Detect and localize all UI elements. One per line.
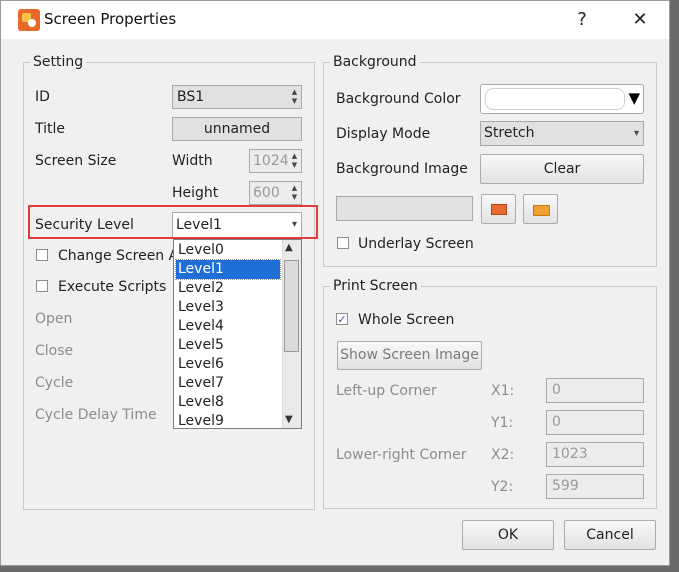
underlay-screen-checkbox[interactable]: [337, 237, 349, 249]
security-level-highlight: [28, 205, 318, 239]
id-spin-icon: ▲ ▼: [291, 88, 298, 105]
dropdown-option[interactable]: Level0: [176, 241, 280, 260]
width-spin-icon: ▲ ▼: [291, 152, 298, 169]
background-image-label: Background Image: [336, 161, 468, 177]
dropdown-option[interactable]: Level8: [176, 393, 280, 412]
y2-label: Y2:: [491, 479, 514, 495]
background-color-swatch: [485, 88, 625, 110]
cycle-delay-time-label: Cycle Delay Time: [35, 407, 157, 423]
setting-group-title: Setting: [30, 54, 87, 70]
id-field[interactable]: BS1 ▲ ▼: [172, 85, 302, 109]
background-color-picker[interactable]: ▼: [480, 84, 644, 114]
x2-field: 1023: [546, 442, 644, 467]
security-level-dropdown-list[interactable]: ▲ ▼ Level0 Level1 Level2 Level3 Level4 Level5…: [173, 239, 302, 429]
dialog-title: Screen Properties: [44, 10, 177, 28]
x1-label: X1:: [491, 383, 515, 399]
dropdown-option[interactable]: Level3: [176, 298, 280, 317]
whole-screen-checkbox[interactable]: ✓: [336, 313, 348, 325]
dropdown-scroll-thumb[interactable]: [284, 260, 299, 352]
background-group-title: Background: [330, 54, 420, 70]
y2-field: 599: [546, 474, 644, 499]
title-field[interactable]: unnamed: [172, 117, 302, 141]
change-screen-label: Change Screen A: [58, 248, 179, 264]
chevron-down-icon: ▾: [633, 128, 639, 139]
id-label: ID: [35, 89, 50, 105]
dropdown-option[interactable]: Level7: [176, 374, 280, 393]
dropdown-option[interactable]: Level6: [176, 355, 280, 374]
screen-size-label: Screen Size: [35, 153, 117, 169]
clear-button[interactable]: Clear: [480, 154, 644, 184]
dropdown-option[interactable]: Level9: [176, 412, 280, 428]
background-color-label: Background Color: [336, 91, 461, 107]
color-dropdown-icon: ▼: [628, 89, 640, 107]
close-button[interactable]: ✕: [627, 7, 653, 33]
cycle-label: Cycle: [35, 375, 74, 391]
height-label: Height: [172, 185, 219, 201]
height-value: 600: [253, 185, 280, 201]
open-label: Open: [35, 311, 73, 327]
id-value: BS1: [177, 89, 205, 105]
width-label: Width: [172, 153, 213, 169]
open-folder-button[interactable]: [523, 194, 558, 224]
x1-field: 0: [546, 378, 644, 403]
print-screen-group-title: Print Screen: [330, 278, 421, 294]
screen-properties-dialog: Screen Properties ? ✕ Setting ID BS1 ▲ ▼ …: [0, 0, 670, 566]
app-icon: [18, 9, 40, 31]
dropdown-option[interactable]: Level2: [176, 279, 280, 298]
dropdown-option[interactable]: Level4: [176, 317, 280, 336]
check-icon: ✓: [337, 313, 347, 326]
y1-label: Y1:: [491, 415, 514, 431]
import-image-button[interactable]: [481, 194, 516, 224]
background-image-path-field: [336, 196, 473, 221]
x2-label: X2:: [491, 447, 515, 463]
ok-button[interactable]: OK: [462, 520, 554, 550]
height-field: 600 ▲ ▼: [249, 181, 302, 205]
title-bar: Screen Properties ? ✕: [1, 1, 669, 39]
width-value: 1024: [253, 153, 289, 169]
left-up-corner-label: Left-up Corner: [336, 383, 437, 399]
help-button[interactable]: ?: [569, 7, 595, 33]
title-label: Title: [35, 121, 66, 137]
change-screen-checkbox[interactable]: [36, 249, 48, 261]
display-mode-select[interactable]: Stretch ▾: [480, 121, 644, 146]
cancel-button[interactable]: Cancel: [564, 520, 656, 550]
dropdown-option[interactable]: Level5: [176, 336, 280, 355]
scroll-down-icon[interactable]: ▼: [285, 414, 293, 425]
import-image-icon: [491, 204, 507, 215]
lower-right-corner-label: Lower-right Corner: [336, 447, 467, 463]
display-mode-label: Display Mode: [336, 126, 431, 142]
dropdown-option[interactable]: Level1: [175, 259, 281, 280]
width-field: 1024 ▲ ▼: [249, 149, 302, 173]
folder-icon: [533, 205, 550, 216]
scroll-up-icon[interactable]: ▲: [285, 242, 293, 253]
height-spin-icon: ▲ ▼: [291, 184, 298, 201]
execute-scripts-checkbox[interactable]: [36, 280, 48, 292]
whole-screen-label: Whole Screen: [358, 312, 455, 328]
close-label: Close: [35, 343, 74, 359]
underlay-screen-label: Underlay Screen: [358, 236, 474, 252]
display-mode-value: Stretch: [484, 125, 535, 141]
show-screen-image-button: Show Screen Image: [337, 341, 482, 370]
execute-scripts-label: Execute Scripts: [58, 279, 167, 295]
y1-field: 0: [546, 410, 644, 435]
